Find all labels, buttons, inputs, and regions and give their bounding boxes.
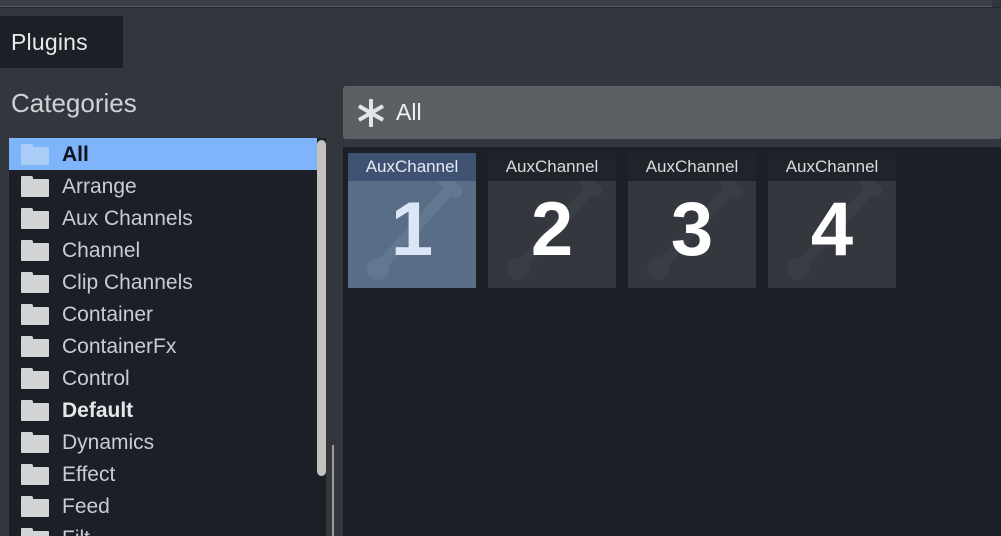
category-item-label: Channel <box>62 240 140 261</box>
plugin-tile-name: AuxChannel <box>628 153 756 181</box>
category-item-effect[interactable]: Effect <box>9 458 318 490</box>
category-item-label: All <box>62 144 89 165</box>
active-category-header[interactable]: All <box>343 86 1001 139</box>
folder-icon <box>21 176 49 197</box>
category-item-label: ContainerFx <box>62 336 176 357</box>
category-item-aux-channels[interactable]: Aux Channels <box>9 202 318 234</box>
plugin-tile[interactable]: AuxChannel4 <box>768 153 896 288</box>
categories-scrollbar-thumb[interactable] <box>317 140 326 476</box>
category-item-arrange[interactable]: Arrange <box>9 170 318 202</box>
plugin-tile-name: AuxChannel <box>488 153 616 181</box>
category-item-container[interactable]: Container <box>9 298 318 330</box>
folder-icon <box>21 208 49 229</box>
plugin-tile-name: AuxChannel <box>768 153 896 181</box>
folder-icon <box>21 464 49 485</box>
category-item-label: Dynamics <box>62 432 154 453</box>
category-item-containerfx[interactable]: ContainerFx <box>9 330 318 362</box>
plugins-tile-area: AuxChannel1AuxChannel2AuxChannel3AuxChan… <box>343 147 1001 536</box>
plugin-tile-name: AuxChannel <box>348 153 476 181</box>
category-item-label: Container <box>62 304 153 325</box>
plugin-tile[interactable]: AuxChannel2 <box>488 153 616 288</box>
panel-splitter-handle[interactable] <box>332 445 334 536</box>
plugin-tile[interactable]: AuxChannel1 <box>348 153 476 288</box>
folder-icon <box>21 336 49 357</box>
category-item-channel[interactable]: Channel <box>9 234 318 266</box>
category-item-feed[interactable]: Feed <box>9 490 318 522</box>
plugin-tile-number: 1 <box>348 171 476 288</box>
category-item-label: Effect <box>62 464 115 485</box>
tab-plugins[interactable]: Plugins <box>0 16 123 68</box>
plugin-tile[interactable]: AuxChannel3 <box>628 153 756 288</box>
category-item-all[interactable]: All <box>9 138 318 170</box>
folder-icon <box>21 496 49 517</box>
folder-icon <box>21 304 49 325</box>
folder-icon <box>21 400 49 421</box>
plugins-tile-grid: AuxChannel1AuxChannel2AuxChannel3AuxChan… <box>348 153 896 288</box>
folder-icon <box>21 432 49 453</box>
category-item-clip-channels[interactable]: Clip Channels <box>9 266 318 298</box>
active-category-label: All <box>396 99 422 126</box>
plugin-tile-number: 2 <box>488 171 616 288</box>
category-item-label: Default <box>62 400 133 421</box>
folder-icon <box>21 240 49 261</box>
plugins-browser-window: Plugins Categories All Arrange Aux Channel… <box>0 0 1001 536</box>
categories-title: Categories <box>11 88 137 119</box>
category-item-control[interactable]: Control <box>9 362 318 394</box>
category-item-filt[interactable]: Filt <box>9 522 318 536</box>
category-item-label: Arrange <box>62 176 137 197</box>
categories-list[interactable]: All Arrange Aux Channels Channel Clip Channe… <box>9 138 318 536</box>
category-item-label: Feed <box>62 496 110 517</box>
folder-icon <box>21 144 49 165</box>
tab-plugins-label: Plugins <box>11 29 88 56</box>
category-item-label: Filt <box>62 528 90 536</box>
folder-icon <box>21 272 49 293</box>
folder-icon <box>21 528 49 536</box>
category-item-label: Control <box>62 368 130 389</box>
category-item-default[interactable]: Default <box>9 394 318 426</box>
tab-bar: Plugins <box>0 9 1001 68</box>
window-top-strip-inner <box>0 0 992 7</box>
category-item-label: Clip Channels <box>62 272 193 293</box>
plugin-tile-number: 3 <box>628 171 756 288</box>
category-item-label: Aux Channels <box>62 208 193 229</box>
plugin-tile-number: 4 <box>768 171 896 288</box>
asterisk-icon <box>357 99 385 127</box>
folder-icon <box>21 368 49 389</box>
window-top-strip <box>0 0 1001 8</box>
category-item-dynamics[interactable]: Dynamics <box>9 426 318 458</box>
plugins-content-panel: All AuxChannel1AuxChannel2AuxChannel3Aux… <box>338 68 1001 536</box>
categories-panel: Categories All Arrange Aux Channels Channel… <box>0 68 331 536</box>
